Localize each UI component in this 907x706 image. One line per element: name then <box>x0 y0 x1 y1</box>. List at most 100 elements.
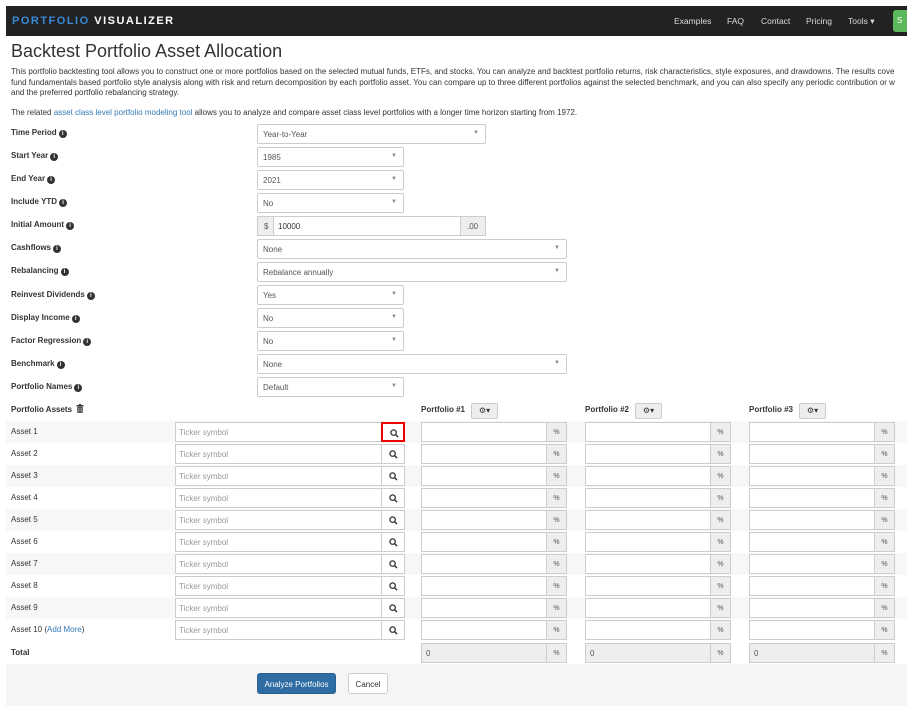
top-navbar: PORTFOLIO VISUALIZER Examples FAQ Contac… <box>6 6 907 36</box>
portfolio-2-allocation-input[interactable] <box>585 466 711 486</box>
portfolio-1-allocation-input[interactable] <box>421 554 547 574</box>
portfolio-2-allocation-input[interactable] <box>585 598 711 618</box>
portfolio-names-select[interactable]: Default ▼ <box>257 377 404 397</box>
portfolio-3-allocation-input[interactable] <box>749 532 875 552</box>
signup-button[interactable]: S <box>893 10 907 32</box>
cancel-button[interactable]: Cancel <box>348 673 388 694</box>
include-ytd-select[interactable]: No ▼ <box>257 193 404 213</box>
asset-class-tool-link[interactable]: asset class level portfolio modeling too… <box>54 108 193 117</box>
info-icon[interactable]: i <box>59 199 68 207</box>
nav-pricing[interactable]: Pricing <box>806 16 832 26</box>
info-icon[interactable]: i <box>86 292 95 300</box>
ticker-input[interactable]: Ticker symbol <box>175 444 382 464</box>
display-income-select[interactable]: No ▼ <box>257 308 404 328</box>
nav-tools[interactable]: Tools ▾ <box>848 16 874 27</box>
info-icon[interactable]: i <box>53 245 62 253</box>
nav-contact[interactable]: Contact <box>761 16 790 26</box>
portfolio-3-allocation-input[interactable] <box>749 422 875 442</box>
analyze-portfolios-button[interactable]: Analyze Portfolios <box>257 673 336 694</box>
percent-addon: % <box>874 466 895 486</box>
portfolio-1-allocation-input[interactable] <box>421 444 547 464</box>
reinvest-dividends-select[interactable]: Yes ▼ <box>257 285 404 305</box>
portfolio-1-allocation-input[interactable] <box>421 466 547 486</box>
ticker-input[interactable]: Ticker symbol <box>175 598 382 618</box>
ticker-search-button[interactable] <box>381 532 405 552</box>
ticker-input[interactable]: Ticker symbol <box>175 620 382 640</box>
portfolio-3-allocation-input[interactable] <box>749 554 875 574</box>
portfolio-3-allocation-input[interactable] <box>749 488 875 508</box>
ticker-search-button[interactable] <box>381 466 405 486</box>
initial-amount-input[interactable]: 10000 <box>273 216 461 236</box>
ticker-search-button[interactable] <box>381 620 405 640</box>
portfolio-3-allocation-input[interactable] <box>749 510 875 530</box>
ticker-search-button[interactable] <box>381 576 405 596</box>
info-icon[interactable]: i <box>58 130 67 138</box>
portfolio-2-allocation-input[interactable] <box>585 532 711 552</box>
ticker-input[interactable]: Ticker symbol <box>175 510 382 530</box>
percent-addon: % <box>874 620 895 640</box>
portfolio-2-allocation-input[interactable] <box>585 422 711 442</box>
ticker-input[interactable]: Ticker symbol <box>175 554 382 574</box>
currency-prefix: $ <box>257 216 274 236</box>
portfolio-1-allocation-input[interactable] <box>421 510 547 530</box>
ticker-search-button[interactable] <box>381 488 405 508</box>
ticker-search-button[interactable] <box>381 444 405 464</box>
trash-icon[interactable] <box>76 404 84 413</box>
info-icon[interactable]: i <box>60 268 69 276</box>
time-period-select[interactable]: Year-to-Year ▼ <box>257 124 486 144</box>
benchmark-select[interactable]: None ▼ <box>257 354 567 374</box>
info-icon[interactable]: i <box>56 361 65 369</box>
portfolio-3-allocation-input[interactable] <box>749 444 875 464</box>
portfolio-3-allocation-input[interactable] <box>749 466 875 486</box>
portfolio-1-allocation-input[interactable] <box>421 598 547 618</box>
info-icon[interactable]: i <box>47 176 56 184</box>
factor-regression-select[interactable]: No ▼ <box>257 331 404 351</box>
portfolio-1-allocation-input[interactable] <box>421 576 547 596</box>
nav-examples[interactable]: Examples <box>674 16 711 26</box>
caret-down-icon: ▼ <box>391 199 397 205</box>
brand-logo[interactable]: PORTFOLIO VISUALIZER <box>12 15 175 27</box>
portfolio-3-allocation-input[interactable] <box>749 620 875 640</box>
related-suffix: allows you to analyze and compare asset … <box>192 108 578 117</box>
portfolio-2-allocation-input[interactable] <box>585 554 711 574</box>
time-period-label: Time Period i <box>11 128 67 138</box>
info-icon[interactable]: i <box>74 384 83 392</box>
add-more-link[interactable]: Add More <box>47 625 82 634</box>
info-icon[interactable]: i <box>83 338 92 346</box>
ticker-search-button[interactable] <box>381 422 405 442</box>
rebalancing-select[interactable]: Rebalance annually ▼ <box>257 262 567 282</box>
ticker-input[interactable]: Ticker symbol <box>175 576 382 596</box>
brand-part1: PORTFOLIO <box>12 15 90 27</box>
portfolio-1-allocation-input[interactable] <box>421 422 547 442</box>
portfolio-1-allocation-input[interactable] <box>421 620 547 640</box>
portfolio-2-allocation-input[interactable] <box>585 510 711 530</box>
ticker-input[interactable]: Ticker symbol <box>175 466 382 486</box>
end-year-select[interactable]: 2021 ▼ <box>257 170 404 190</box>
portfolio-1-allocation-input[interactable] <box>421 532 547 552</box>
ticker-input[interactable]: Ticker symbol <box>175 488 382 508</box>
portfolio-3-allocation-input[interactable] <box>749 598 875 618</box>
portfolio-3-gear-button[interactable]: ⚙▾ <box>799 403 826 419</box>
end-year-label: End Year i <box>11 174 56 184</box>
ticker-search-button[interactable] <box>381 598 405 618</box>
ticker-search-button[interactable] <box>381 554 405 574</box>
asset-row: Asset 3 Ticker symbol%%% <box>6 465 907 487</box>
ticker-input[interactable]: Ticker symbol <box>175 532 382 552</box>
portfolio-2-allocation-input[interactable] <box>585 620 711 640</box>
ticker-input[interactable]: Ticker symbol <box>175 422 382 442</box>
nav-faq[interactable]: FAQ <box>727 16 744 26</box>
portfolio-2-gear-button[interactable]: ⚙▾ <box>635 403 662 419</box>
portfolio-2-allocation-input[interactable] <box>585 576 711 596</box>
start-year-select[interactable]: 1985 ▼ <box>257 147 404 167</box>
portfolio-3-allocation-input[interactable] <box>749 576 875 596</box>
info-icon[interactable]: i <box>50 153 59 161</box>
portfolio-1-allocation-input[interactable] <box>421 488 547 508</box>
portfolio-2-allocation-input[interactable] <box>585 488 711 508</box>
percent-addon: % <box>710 532 731 552</box>
cashflows-select[interactable]: None ▼ <box>257 239 567 259</box>
info-icon[interactable]: i <box>71 315 80 323</box>
ticker-search-button[interactable] <box>381 510 405 530</box>
portfolio-1-gear-button[interactable]: ⚙▾ <box>471 403 498 419</box>
info-icon[interactable]: i <box>66 222 75 230</box>
portfolio-2-allocation-input[interactable] <box>585 444 711 464</box>
